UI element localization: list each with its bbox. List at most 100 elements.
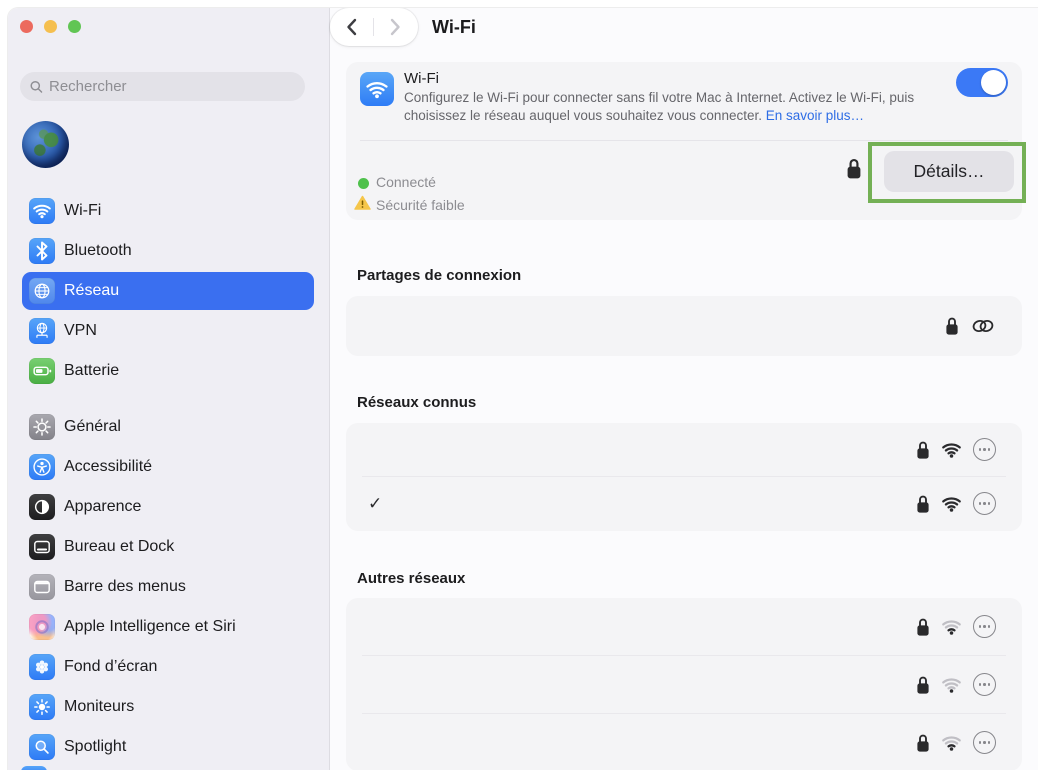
sidebar-item-label: Bluetooth — [64, 242, 132, 260]
page-title: Wi-Fi — [432, 17, 476, 38]
sidebar-item-fond-d-ecran[interactable]: Fond d’écran — [22, 648, 314, 686]
sidebar-item-bureau-et-dock[interactable]: Bureau et Dock — [22, 528, 314, 566]
sidebar-item-barre-des-menus[interactable]: Barre des menus — [22, 568, 314, 606]
minimize-button[interactable] — [44, 20, 57, 33]
connected-status-icon — [358, 178, 369, 189]
main-pane: Wi-Fi Wi-Fi Configurez le Wi-Fi pour con… — [330, 8, 1038, 770]
wifi-toggle[interactable] — [956, 68, 1008, 97]
other-network-row[interactable] — [346, 598, 1022, 655]
known-network-row-current[interactable]: ✓ — [346, 477, 1022, 530]
toggle-knob — [981, 70, 1006, 95]
wifi-app-icon — [360, 72, 394, 106]
sidebar-item-label: Réseau — [64, 282, 119, 300]
security-status-label: Sécurité faible — [376, 197, 465, 213]
wifi-description: Configurez le Wi-Fi pour connecter sans … — [404, 89, 932, 125]
sidebar-item-label: Barre des menus — [64, 578, 186, 596]
accessibility-icon — [29, 454, 55, 480]
back-button[interactable] — [330, 8, 373, 46]
bluetooth-icon — [29, 238, 55, 264]
details-button[interactable]: Détails… — [884, 151, 1014, 192]
more-options-button[interactable] — [973, 438, 996, 461]
wifi-signal-strong-icon — [941, 496, 962, 512]
forward-button[interactable] — [374, 8, 417, 46]
sidebar-item-label: VPN — [64, 322, 97, 340]
sidebar-item-label: Wi-Fi — [64, 202, 101, 220]
lock-icon — [846, 157, 862, 185]
sidebar-item-bluetooth[interactable]: Bluetooth — [22, 232, 314, 270]
wifi-signal-weak-icon — [941, 677, 962, 693]
more-options-button[interactable] — [973, 615, 996, 638]
more-options-button[interactable] — [973, 673, 996, 696]
wifi-signal-medium-icon — [941, 619, 962, 635]
search-field[interactable] — [20, 72, 305, 101]
sidebar-item-apparence[interactable]: Apparence — [22, 488, 314, 526]
other-network-row[interactable] — [346, 656, 1022, 713]
section-title-known-networks: Réseaux connus — [357, 394, 476, 411]
wifi-signal-medium-icon — [941, 735, 962, 751]
sidebar-item-label: Batterie — [64, 362, 119, 380]
lock-icon — [916, 440, 930, 460]
lock-icon — [916, 733, 930, 753]
sidebar-item-spotlight[interactable]: Spotlight — [22, 728, 314, 766]
nav-history-group — [330, 8, 418, 46]
gear-icon — [29, 414, 55, 440]
displays-icon — [29, 694, 55, 720]
sidebar-item-label: Général — [64, 418, 121, 436]
known-network-row[interactable] — [346, 423, 1022, 476]
sidebar-item-vpn[interactable]: VPN — [22, 312, 314, 350]
lock-icon — [916, 494, 930, 514]
sidebar-item-label: Spotlight — [64, 738, 126, 756]
sidebar-item-general[interactable]: Général — [22, 408, 314, 446]
lock-icon — [916, 617, 930, 637]
hotspot-row[interactable] — [346, 296, 1022, 356]
sidebar-item-label: Accessibilité — [64, 458, 152, 476]
sidebar-item-reseau[interactable]: Réseau — [22, 272, 314, 310]
sidebar-item-label: Bureau et Dock — [64, 538, 174, 556]
known-networks-card: ✓ — [346, 423, 1022, 531]
more-options-button[interactable] — [973, 731, 996, 754]
battery-icon — [29, 358, 55, 384]
sidebar-item-label: Apple Intelligence et Siri — [64, 618, 236, 636]
sidebar-item-wifi[interactable]: Wi-Fi — [22, 192, 314, 230]
sidebar-item-accessibilite[interactable]: Accessibilité — [22, 448, 314, 486]
wifi-settings-card: Wi-Fi Configurez le Wi-Fi pour connecter… — [346, 62, 1022, 220]
user-avatar[interactable] — [22, 121, 69, 168]
link-icon — [970, 316, 996, 336]
lock-icon — [916, 675, 930, 695]
zoom-button[interactable] — [68, 20, 81, 33]
close-button[interactable] — [20, 20, 33, 33]
lock-icon — [945, 316, 959, 336]
card-divider — [360, 140, 1008, 141]
wifi-icon — [29, 198, 55, 224]
traffic-lights — [20, 20, 81, 33]
connected-status-label: Connecté — [376, 174, 436, 190]
warning-icon — [354, 195, 371, 216]
more-options-button[interactable] — [973, 492, 996, 515]
sidebar-item-label: Fond d’écran — [64, 658, 157, 676]
spotlight-icon — [29, 734, 55, 760]
menu-bar-icon — [29, 574, 55, 600]
search-icon — [30, 80, 43, 94]
system-settings-window: Wi-Fi Bluetooth — [0, 0, 1038, 770]
sidebar-item-label: Apparence — [64, 498, 141, 516]
siri-icon — [29, 614, 55, 640]
window: Wi-Fi Bluetooth — [8, 8, 1038, 770]
sidebar-item-label: Moniteurs — [64, 698, 134, 716]
other-networks-card — [346, 598, 1022, 770]
globe-icon — [29, 278, 55, 304]
checkmark-icon: ✓ — [368, 494, 382, 514]
sidebar-item-batterie[interactable]: Batterie — [22, 352, 314, 390]
other-network-row[interactable] — [346, 714, 1022, 770]
wifi-card-title: Wi-Fi — [404, 70, 439, 87]
search-input[interactable] — [49, 78, 295, 95]
sidebar-item-moniteurs[interactable]: Moniteurs — [22, 688, 314, 726]
appearance-icon — [29, 494, 55, 520]
section-title-other-networks: Autres réseaux — [357, 570, 465, 587]
learn-more-link[interactable]: En savoir plus… — [766, 108, 864, 123]
section-title-hotspots: Partages de connexion — [357, 267, 521, 284]
hotspots-card — [346, 296, 1022, 356]
vpn-icon — [29, 318, 55, 344]
sidebar-item-apple-intelligence-et-siri[interactable]: Apple Intelligence et Siri — [22, 608, 314, 646]
wifi-signal-strong-icon — [941, 442, 962, 458]
wallpaper-icon — [29, 654, 55, 680]
